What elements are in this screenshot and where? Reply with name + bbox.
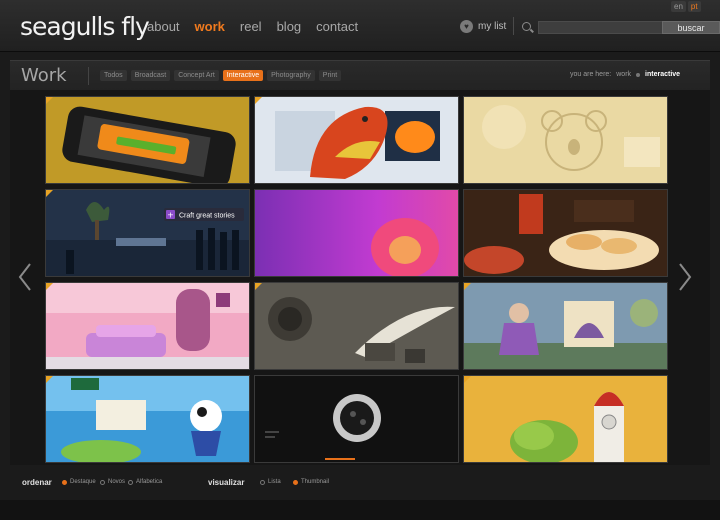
- nav-divider: [513, 17, 514, 35]
- tile-corner-tag: [464, 376, 471, 383]
- portfolio-tile-rocket[interactable]: [463, 375, 668, 463]
- breadcrumb-current: interactive: [645, 71, 681, 78]
- radio-off-icon: [128, 479, 133, 485]
- tile-corner-tag: [255, 283, 262, 290]
- office-thumbnail: + Craft great stories: [46, 190, 249, 276]
- cartoon-thumbnail: [46, 376, 249, 462]
- view-option-label: Thumbnail: [301, 479, 330, 485]
- portfolio-tile-food[interactable]: [463, 189, 668, 277]
- search-input[interactable]: [538, 21, 678, 34]
- breadcrumb-work[interactable]: work: [616, 71, 631, 78]
- dragon-thumbnail: [255, 97, 458, 183]
- search-button[interactable]: buscar: [662, 21, 720, 34]
- sort-view-bar: ordenar Destaque Novos Alfabetica visual…: [10, 472, 710, 494]
- portfolio-tile-cartoon[interactable]: [45, 375, 250, 463]
- radio-on-icon: [293, 479, 298, 485]
- portfolio-tile-speaker[interactable]: [254, 375, 459, 463]
- view-option-label: Lista: [268, 479, 281, 485]
- tile-corner-tag: [46, 283, 53, 290]
- prev-arrow-icon[interactable]: [18, 262, 32, 292]
- portfolio-tile-fantasy[interactable]: [463, 282, 668, 370]
- svg-text:+: +: [167, 211, 174, 220]
- order-option-label: Novos: [108, 479, 126, 485]
- section-bar: Work Todos Broadcast Concept Art Interac…: [10, 60, 710, 90]
- filter-concept-art[interactable]: Concept Art: [174, 70, 219, 81]
- tile-corner-tag: [46, 376, 53, 383]
- order-alfabetica[interactable]: Alfabetica: [128, 479, 162, 485]
- breadcrumb: you are here: work interactive: [570, 71, 680, 78]
- fantasy-thumbnail: [464, 283, 667, 369]
- language-switch: en pt: [671, 1, 701, 12]
- kids-room-thumbnail: [46, 283, 249, 369]
- site-logo[interactable]: seagulls fly: [20, 12, 150, 41]
- food-thumbnail: [464, 190, 667, 276]
- nav-contact[interactable]: contact: [316, 19, 358, 34]
- footer: [0, 500, 720, 520]
- rocket-thumbnail: [464, 376, 667, 462]
- section-divider: [88, 67, 89, 85]
- portfolio-tile-kids-room[interactable]: [45, 282, 250, 370]
- abstract-thumbnail: [255, 190, 458, 276]
- heart-icon: ♥: [460, 20, 473, 33]
- tile-corner-tag: [46, 97, 53, 104]
- filter-todos[interactable]: Todos: [100, 70, 127, 81]
- koala-thumbnail: [464, 97, 667, 183]
- portfolio-tile-feather[interactable]: [254, 282, 459, 370]
- tile-caption: Craft great stories: [179, 213, 235, 220]
- tile-corner-tag: [255, 97, 262, 104]
- view-label: visualizar: [208, 478, 245, 487]
- tile-corner-tag: [464, 283, 471, 290]
- tile-corner-tag: [46, 190, 53, 197]
- view-thumbnail[interactable]: Thumbnail: [293, 479, 329, 485]
- nav-work[interactable]: work: [195, 19, 225, 34]
- order-option-label: Destaque: [70, 479, 96, 485]
- page-title: Work: [21, 65, 67, 86]
- my-list-link[interactable]: ♥ my list: [460, 20, 506, 33]
- filter-photography[interactable]: Photography: [267, 70, 315, 81]
- order-novos[interactable]: Novos: [100, 479, 125, 485]
- category-filters: Todos Broadcast Concept Art Interactive …: [100, 70, 342, 81]
- filter-print[interactable]: Print: [318, 70, 342, 81]
- feather-thumbnail: [255, 283, 458, 369]
- nav-reel[interactable]: reel: [240, 19, 262, 34]
- portfolio-tile-dragon[interactable]: [254, 96, 459, 184]
- breadcrumb-separator: [636, 72, 641, 77]
- nav-blog[interactable]: blog: [277, 19, 302, 34]
- order-option-label: Alfabetica: [136, 479, 163, 485]
- radio-on-icon: [62, 479, 67, 485]
- main-nav: about work reel blog contact: [147, 19, 358, 34]
- smartphone-thumbnail: [46, 97, 249, 183]
- nav-about[interactable]: about: [147, 19, 180, 34]
- view-lista[interactable]: Lista: [260, 479, 281, 485]
- radio-off-icon: [100, 479, 105, 485]
- portfolio-tile-office[interactable]: + Craft great stories: [45, 189, 250, 277]
- portfolio-tile-smartphone[interactable]: [45, 96, 250, 184]
- lang-pt[interactable]: pt: [687, 1, 701, 12]
- order-label: ordenar: [22, 478, 52, 487]
- speaker-thumbnail: [255, 376, 458, 462]
- portfolio-tile-abstract[interactable]: [254, 189, 459, 277]
- radio-off-icon: [260, 479, 265, 485]
- lang-en[interactable]: en: [671, 1, 686, 12]
- portfolio-tile-koala[interactable]: [463, 96, 668, 184]
- my-list-label: my list: [478, 21, 507, 32]
- filter-interactive[interactable]: Interactive: [222, 70, 264, 81]
- order-destaque[interactable]: Destaque: [62, 479, 96, 485]
- search-icon: [522, 22, 531, 31]
- filter-broadcast[interactable]: Broadcast: [130, 70, 171, 81]
- breadcrumb-prefix: you are here:: [570, 71, 612, 78]
- top-bar: seagulls fly about work reel blog contac…: [0, 0, 720, 52]
- next-arrow-icon[interactable]: [678, 262, 692, 292]
